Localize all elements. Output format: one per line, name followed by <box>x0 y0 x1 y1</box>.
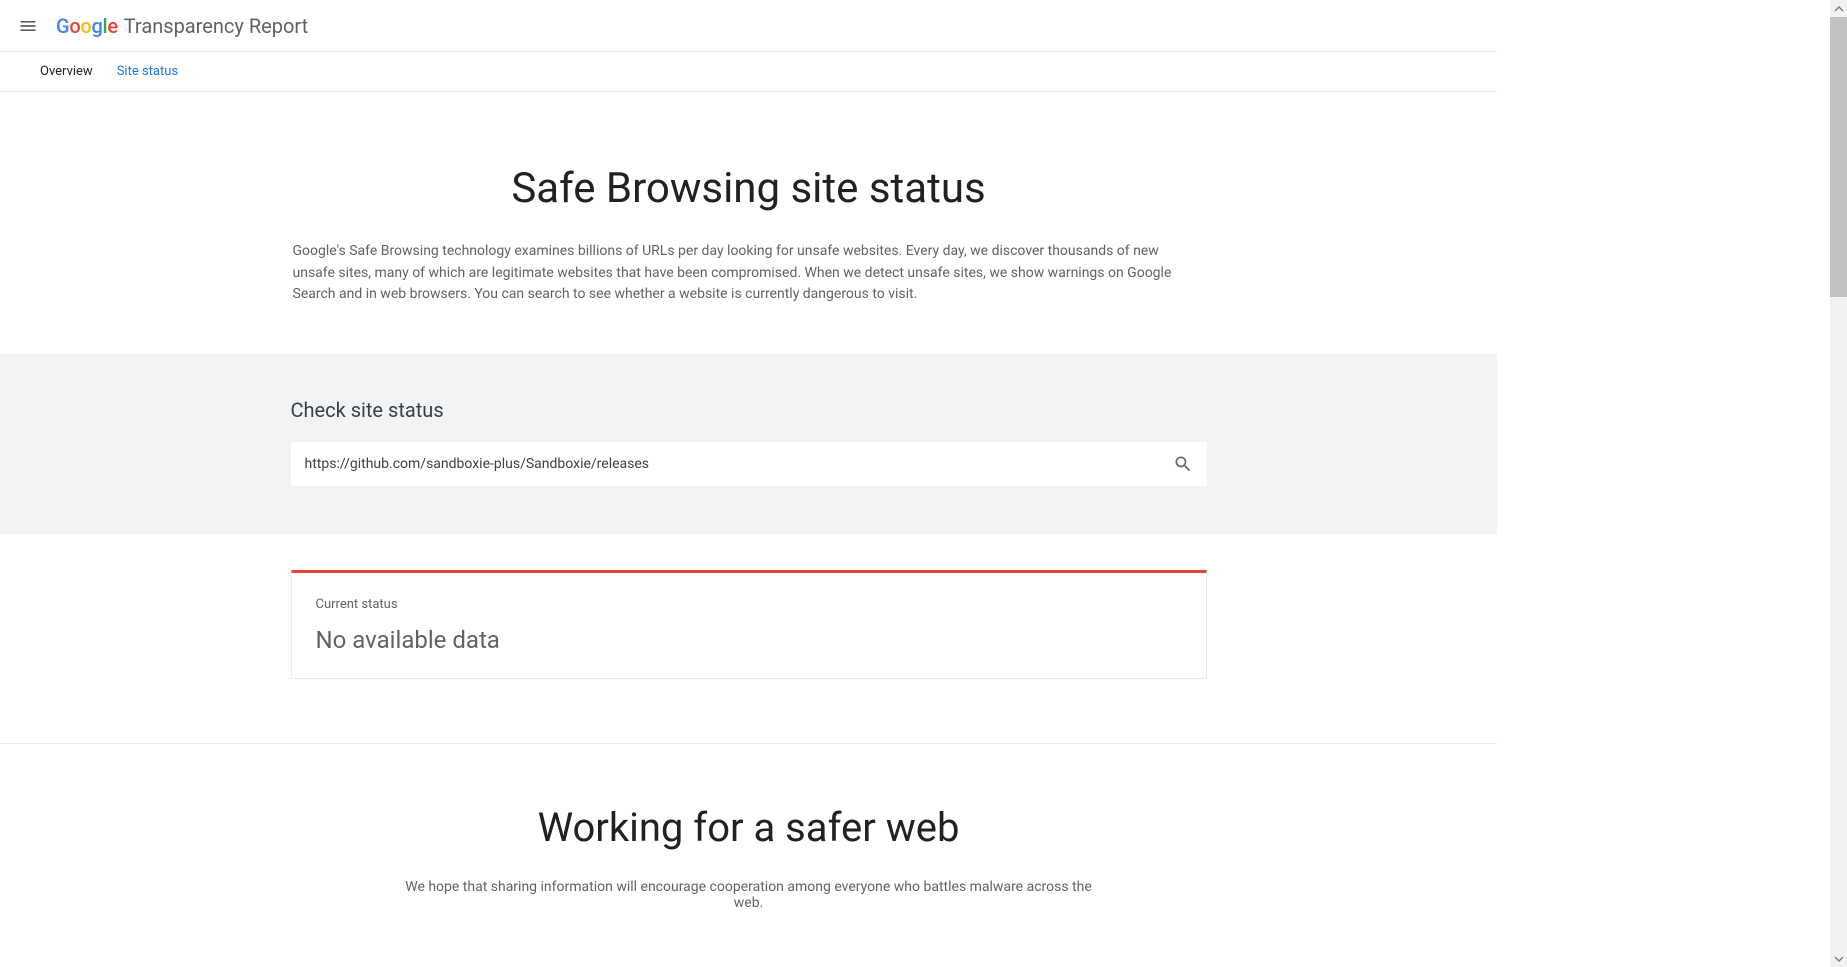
tab-site-status[interactable]: Site status <box>117 52 178 92</box>
check-title: Check site status <box>291 398 1207 422</box>
tab-overview[interactable]: Overview <box>40 52 93 92</box>
scrollbar-thumb[interactable] <box>1830 17 1847 297</box>
tabs-bar: Overview Site status <box>0 52 1497 92</box>
chevron-down-icon <box>1834 954 1844 964</box>
app-title: Transparency Report <box>124 14 308 38</box>
status-section: Current status No available data <box>0 534 1497 715</box>
search-box <box>291 442 1207 486</box>
status-label: Current status <box>316 597 1182 612</box>
page-title: Safe Browsing site status <box>0 164 1497 213</box>
safer-web-description: We hope that sharing information will en… <box>399 879 1099 911</box>
hamburger-icon <box>18 16 38 36</box>
logo-area[interactable]: Google Transparency Report <box>56 14 308 38</box>
header-bar: Google Transparency Report <box>0 0 1497 52</box>
scrollbar-up-button[interactable] <box>1830 0 1847 17</box>
status-value: No available data <box>316 626 1182 654</box>
search-icon[interactable] <box>1173 454 1193 474</box>
scrollbar[interactable] <box>1830 0 1847 967</box>
scrollbar-down-button[interactable] <box>1830 950 1847 967</box>
safer-web-title: Working for a safer web <box>0 804 1497 851</box>
menu-button[interactable] <box>16 14 40 38</box>
status-card: Current status No available data <box>291 570 1207 679</box>
hero-section: Safe Browsing site status Google's Safe … <box>0 92 1497 354</box>
chevron-up-icon <box>1834 4 1844 14</box>
url-input[interactable] <box>305 456 1173 472</box>
google-logo: Google <box>56 14 118 38</box>
page-description: Google's Safe Browsing technology examin… <box>291 241 1207 306</box>
check-section: Check site status <box>0 354 1497 534</box>
safer-web-section: Working for a safer web We hope that sha… <box>0 744 1497 931</box>
